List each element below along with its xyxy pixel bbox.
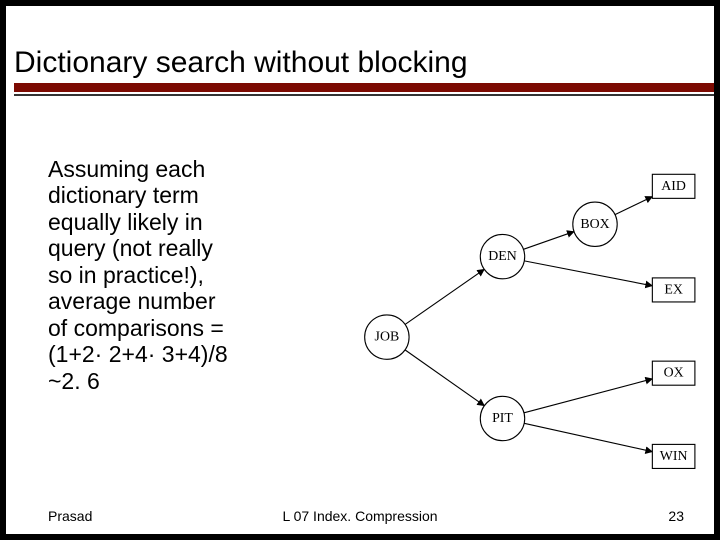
leaf-label-EX: EX	[664, 282, 682, 297]
body-paragraph: Assuming each dictionary term equally li…	[48, 156, 328, 394]
footer-page-number: 23	[668, 508, 684, 524]
title-area: Dictionary search without blocking	[6, 6, 714, 81]
node-label-DEN: DEN	[488, 249, 516, 264]
footer: Prasad L 07 Index. Compression 23	[6, 502, 714, 524]
footer-lecture: L 07 Index. Compression	[6, 508, 714, 524]
node-label-JOB: JOB	[375, 330, 400, 345]
rule-thin	[14, 94, 714, 96]
slide-title: Dictionary search without blocking	[14, 46, 706, 79]
edge-JOB-DEN	[405, 269, 484, 324]
node-label-BOX: BOX	[580, 217, 609, 232]
rule-thick	[14, 83, 714, 92]
tree-diagram: JOB DEN PIT BOX AID EX OX WIN	[336, 156, 706, 496]
body: Assuming each dictionary term equally li…	[6, 156, 714, 494]
slide: Dictionary search without blocking Assum…	[6, 6, 714, 534]
title-rules	[6, 81, 714, 95]
edge-PIT-WIN	[524, 423, 652, 451]
edge-DEN-BOX	[523, 232, 574, 250]
leaf-label-AID: AID	[661, 179, 686, 194]
leaf-label-WIN: WIN	[660, 449, 688, 464]
tree-svg: JOB DEN PIT BOX AID EX OX WIN	[336, 156, 706, 496]
edge-DEN-EX	[524, 261, 652, 286]
node-label-PIT: PIT	[492, 411, 513, 426]
edge-PIT-OX	[524, 379, 652, 413]
leaf-label-OX: OX	[664, 366, 684, 381]
edge-JOB-PIT	[405, 350, 484, 406]
edge-BOX-AID	[615, 197, 652, 215]
